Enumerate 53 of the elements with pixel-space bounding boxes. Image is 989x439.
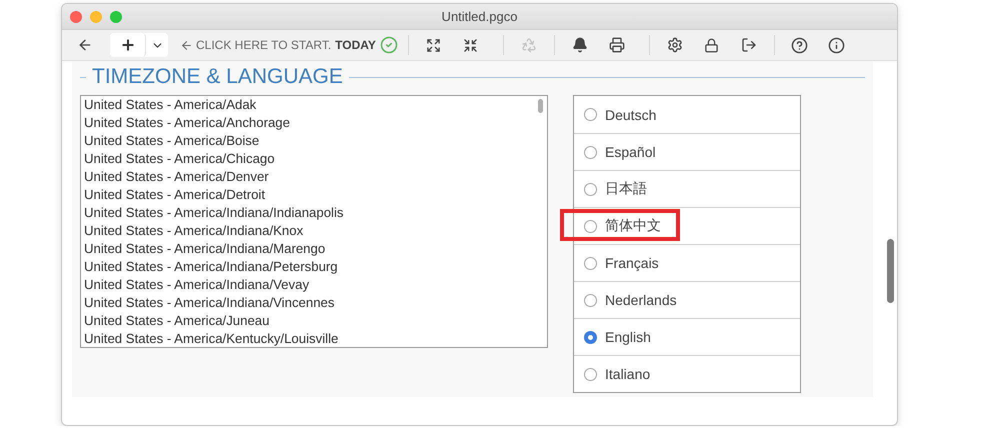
arrow-left-icon: [180, 38, 193, 52]
timezone-item[interactable]: United States - America/Detroit: [84, 186, 266, 204]
close-button[interactable]: [70, 10, 82, 22]
timezone-item[interactable]: United States - America/Indiana/Petersburg: [84, 258, 338, 276]
radio-button[interactable]: [584, 294, 597, 306]
shrink-icon: [463, 38, 478, 52]
section-title: TIMEZONE & LANGUAGE: [92, 65, 343, 89]
bell-icon: [572, 37, 588, 53]
add-button[interactable]: [110, 33, 146, 57]
language-label[interactable]: Italiano: [605, 366, 650, 382]
timezone-item[interactable]: United States - America/Adak: [84, 96, 256, 114]
timezone-item[interactable]: United States - America/Indiana/Indianapolis: [84, 204, 344, 222]
timezone-item[interactable]: United States - America/Boise: [84, 132, 260, 150]
arrow-left-icon: [77, 37, 93, 53]
plus-icon: [120, 37, 136, 53]
info-icon: [828, 36, 846, 54]
language-label[interactable]: 日本語: [605, 180, 647, 198]
timezone-item[interactable]: United States - America/Juneau: [84, 312, 270, 330]
language-label[interactable]: Nederlands: [605, 292, 677, 308]
language-label[interactable]: Deutsch: [605, 106, 656, 122]
timezone-item[interactable]: United States - America/Denver: [84, 168, 269, 186]
radio-button[interactable]: [584, 330, 597, 344]
timezone-item[interactable]: United States - America/Indiana/Knox: [84, 222, 304, 240]
timezone-list[interactable]: [80, 95, 548, 348]
language-label[interactable]: Español: [605, 144, 656, 160]
timezone-item[interactable]: United States - America/Indiana/Vevay: [84, 276, 310, 294]
timezone-item[interactable]: United States - America/Chicago: [84, 150, 275, 168]
help-icon: [791, 36, 808, 54]
start-link[interactable]: CLICK HERE TO START.: [176, 33, 336, 57]
timezone-item[interactable]: United States - America/Kentucky/Louisville: [84, 330, 338, 347]
radio-button[interactable]: [584, 108, 597, 121]
printer-icon: [608, 37, 625, 53]
settings-icon: [666, 37, 683, 53]
window-title: Untitled.pgco: [442, 9, 518, 24]
radio-button[interactable]: [584, 146, 597, 158]
today-label: TODAY: [335, 38, 376, 52]
timezone-item[interactable]: United States - America/Indiana/Vincennes: [84, 294, 334, 312]
check-circle-icon: [380, 36, 398, 54]
radio-button[interactable]: [584, 220, 597, 232]
logout-icon: [740, 37, 757, 53]
timezone-item[interactable]: United States - America/Indiana/Marengo: [84, 240, 326, 258]
language-label[interactable]: Français: [605, 255, 659, 271]
timezone-item[interactable]: United States - America/Anchorage: [84, 114, 290, 132]
language-label[interactable]: English: [605, 329, 651, 345]
expand-icon: [426, 38, 442, 52]
scroll-thumb[interactable]: [886, 239, 894, 303]
radio-button[interactable]: [584, 368, 597, 380]
language-label[interactable]: 简体中文: [605, 217, 661, 235]
radio-button[interactable]: [584, 256, 597, 270]
lock-icon: [704, 38, 720, 52]
recycle-icon: [520, 37, 537, 53]
scroll-thumb[interactable]: [538, 99, 543, 113]
radio-button[interactable]: [584, 182, 597, 196]
